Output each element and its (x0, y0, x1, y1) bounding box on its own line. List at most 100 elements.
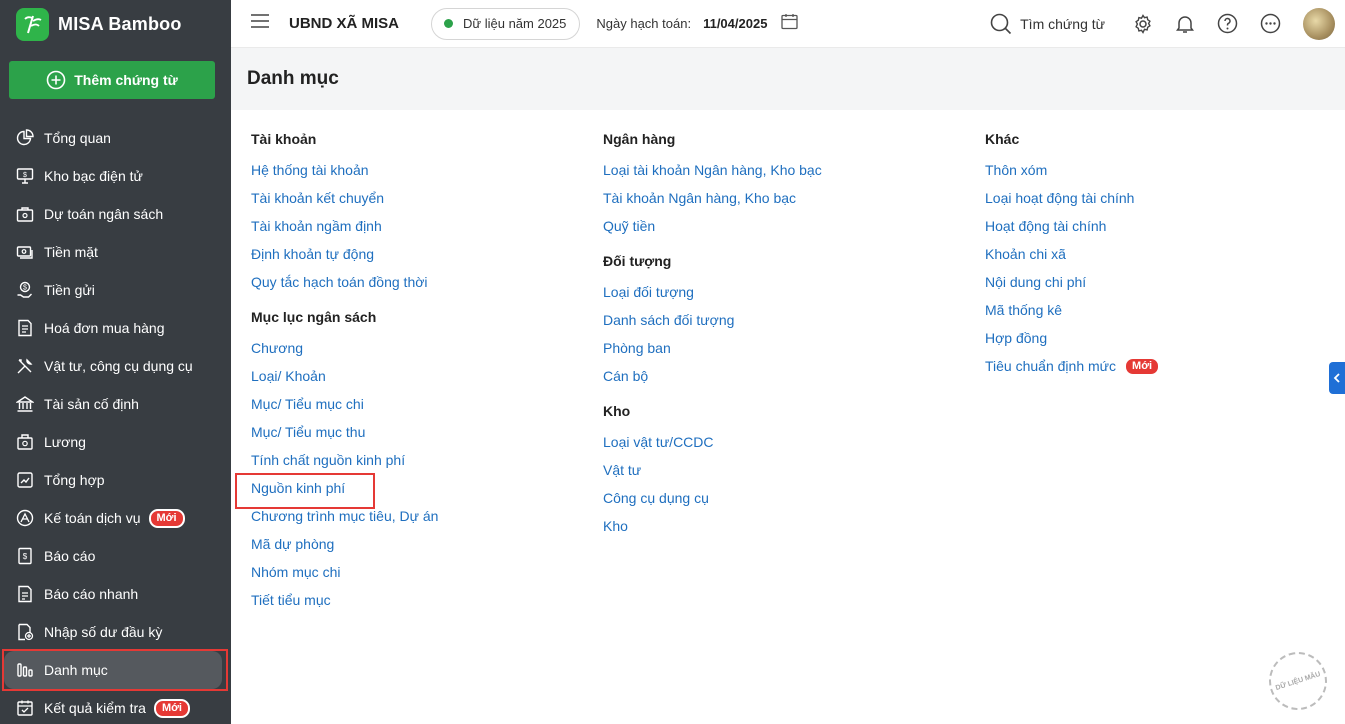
catalog-icon (17, 663, 33, 677)
search-icon (990, 13, 1012, 34)
catalog-link[interactable]: Hệ thống tài khoản (251, 156, 438, 184)
sidebar-item-opening-balance[interactable]: Nhập số dư đầu kỳ (0, 613, 231, 651)
catalog-link[interactable]: Tài khoản kết chuyển (251, 184, 438, 212)
catalog-link[interactable]: Công cụ dụng cụ (603, 484, 822, 512)
sidebar-item-label: Tổng quan (44, 130, 111, 146)
catalog-link[interactable]: Loại vật tư/CCDC (603, 428, 822, 456)
catalog-link[interactable]: Hợp đồng (985, 324, 1160, 352)
catalog-link[interactable]: Loại đối tượng (603, 278, 822, 306)
sidebar-item-fixed-assets[interactable]: Tài sản cố định (0, 385, 231, 423)
opening-balance-icon (18, 623, 34, 641)
catalog-link[interactable]: Kho (603, 512, 822, 540)
posting-date-value[interactable]: 11/04/2025 (703, 16, 767, 31)
cash-icon (16, 246, 33, 259)
catalog-link[interactable]: Mục/ Tiểu mục thu (251, 418, 438, 446)
catalog-link[interactable]: Định khoản tự động (251, 240, 438, 268)
catalog-link-norms[interactable]: Tiêu chuẩn định mức Mới (985, 352, 1161, 380)
help-icon[interactable] (1217, 13, 1238, 34)
group-title: Tài khoản (251, 131, 317, 147)
catalog-link[interactable]: Quỹ tiền (603, 212, 822, 240)
sidebar-item-label: Tài sản cố định (44, 396, 139, 412)
catalog-link[interactable]: Mã thống kê (985, 296, 1160, 324)
catalog-link[interactable]: Tính chất nguồn kinh phí (251, 446, 438, 474)
catalog-link[interactable]: Tài khoản ngầm định (251, 212, 438, 240)
new-badge: Mới (148, 508, 185, 528)
more-options-icon[interactable] (1260, 13, 1281, 34)
catalog-link[interactable]: Chương (251, 334, 438, 362)
sidebar-item-reports[interactable]: $ Báo cáo (0, 537, 231, 575)
sidebar-item-supplies-tools[interactable]: Vật tư, công cụ dụng cụ (0, 347, 231, 385)
organization-name[interactable]: UBND XÃ MISA (289, 15, 399, 32)
sidebar-item-label: Báo cáo nhanh (44, 586, 139, 602)
catalog-link[interactable]: Vật tư (603, 456, 822, 484)
bamboo-logo-icon (16, 7, 49, 41)
sidebar-item-label: Nhập số dư đầu kỳ (44, 624, 163, 640)
bell-icon[interactable] (1175, 14, 1195, 34)
catalog-group-banks: Ngân hàng Loại tài khoản Ngân hàng, Kho … (603, 128, 822, 240)
panel-collapse-toggle[interactable] (1329, 362, 1345, 394)
sidebar: MISA Bamboo Thêm chứng từ Tổng quan $ Kh… (0, 0, 231, 724)
search-voucher[interactable]: Tìm chứng từ (990, 13, 1105, 35)
new-badge: Mới (153, 698, 190, 718)
sidebar-item-deposit[interactable]: $ Tiền gửi (0, 271, 231, 309)
svg-text:$: $ (23, 285, 27, 292)
sidebar-item-budget[interactable]: Dự toán ngân sách (0, 195, 231, 233)
sidebar-item-label: Báo cáo (44, 548, 96, 564)
service-icon (16, 509, 34, 527)
sidebar-item-service-accounting[interactable]: Kế toán dịch vụ Mới (0, 499, 231, 537)
sidebar-item-cash[interactable]: Tiền mặt (0, 233, 231, 271)
svg-text:$: $ (23, 552, 28, 561)
gear-icon[interactable] (1133, 13, 1153, 34)
top-bar: UBND XÃ MISA Dữ liệu năm 2025 Ngày hạch … (231, 0, 1345, 48)
catalog-link[interactable]: Tiết tiểu mục (251, 586, 438, 614)
pie-chart-icon (16, 129, 34, 146)
catalog-column-3: Khác Thôn xóm Loại hoạt động tài chính H… (985, 128, 1161, 380)
briefcase-icon (16, 207, 34, 222)
catalog-link[interactable]: Mục/ Tiểu mục chi (251, 390, 438, 418)
sidebar-item-label: Kế toán dịch vụ (44, 510, 141, 526)
tools-icon (17, 358, 33, 374)
catalog-link[interactable]: Hoạt động tài chính (985, 212, 1160, 240)
hamburger-menu-icon[interactable] (251, 14, 269, 33)
catalog-link[interactable]: Loại hoạt động tài chính (985, 184, 1160, 212)
deposit-icon: $ (17, 281, 32, 298)
catalog-link[interactable]: Loại tài khoản Ngân hàng, Kho bạc (603, 156, 822, 184)
group-title: Ngân hàng (603, 131, 676, 147)
group-title: Khác (985, 131, 1020, 147)
catalog-link[interactable]: Nhóm mục chi (251, 558, 438, 586)
report-icon: $ (18, 547, 32, 565)
sidebar-item-e-treasury[interactable]: $ Kho bạc điện tử (0, 157, 231, 195)
sidebar-item-overview[interactable]: Tổng quan (0, 119, 231, 157)
sidebar-item-quick-reports[interactable]: Báo cáo nhanh (0, 575, 231, 613)
catalog-link[interactable]: Nội dung chi phí (985, 268, 1160, 296)
catalog-link[interactable]: Khoản chi xã (985, 240, 1160, 268)
add-voucher-button[interactable]: Thêm chứng từ (9, 61, 215, 99)
catalog-group-warehouse: Kho Loại vật tư/CCDC Vật tư Công cụ dụng… (603, 400, 822, 540)
sidebar-item-purchase-invoice[interactable]: Hoá đơn mua hàng (0, 309, 231, 347)
catalog-link[interactable]: Cán bộ (603, 362, 822, 390)
calendar-icon[interactable] (781, 13, 799, 35)
catalog-link[interactable]: Thôn xóm (985, 156, 1160, 184)
catalog-link[interactable]: Quy tắc hạch toán đồng thời (251, 268, 438, 296)
catalog-link[interactable]: Phòng ban (603, 334, 822, 362)
sidebar-item-catalog[interactable]: Danh mục (2, 649, 228, 691)
data-year-selector[interactable]: Dữ liệu năm 2025 (431, 7, 581, 40)
catalog-link[interactable]: Loại/ Khoản (251, 362, 438, 390)
brand[interactable]: MISA Bamboo (0, 0, 231, 48)
status-dot-icon (444, 19, 454, 28)
catalog-group-objects: Đối tượng Loại đối tượng Danh sách đối t… (603, 250, 822, 390)
bank-icon (16, 396, 34, 412)
sidebar-item-salary[interactable]: Lương (0, 423, 231, 461)
catalog-link-funding-source[interactable]: Nguồn kinh phí (234, 473, 438, 509)
summary-icon (17, 472, 33, 488)
catalog-link[interactable]: Mã dự phòng (251, 530, 438, 558)
user-avatar[interactable] (1303, 7, 1335, 40)
page-header: Danh mục (231, 48, 1345, 110)
new-badge: Mới (1124, 356, 1161, 376)
sidebar-item-summary[interactable]: Tổng hợp (0, 461, 231, 499)
catalog-link[interactable]: Danh sách đối tượng (603, 306, 822, 334)
catalog-link[interactable]: Tài khoản Ngân hàng, Kho bạc (603, 184, 822, 212)
monitor-icon: $ (16, 168, 34, 184)
catalog-link[interactable]: Chương trình mục tiêu, Dự án (251, 502, 438, 530)
sidebar-item-check-results[interactable]: Kết quả kiểm tra Mới (0, 689, 231, 724)
